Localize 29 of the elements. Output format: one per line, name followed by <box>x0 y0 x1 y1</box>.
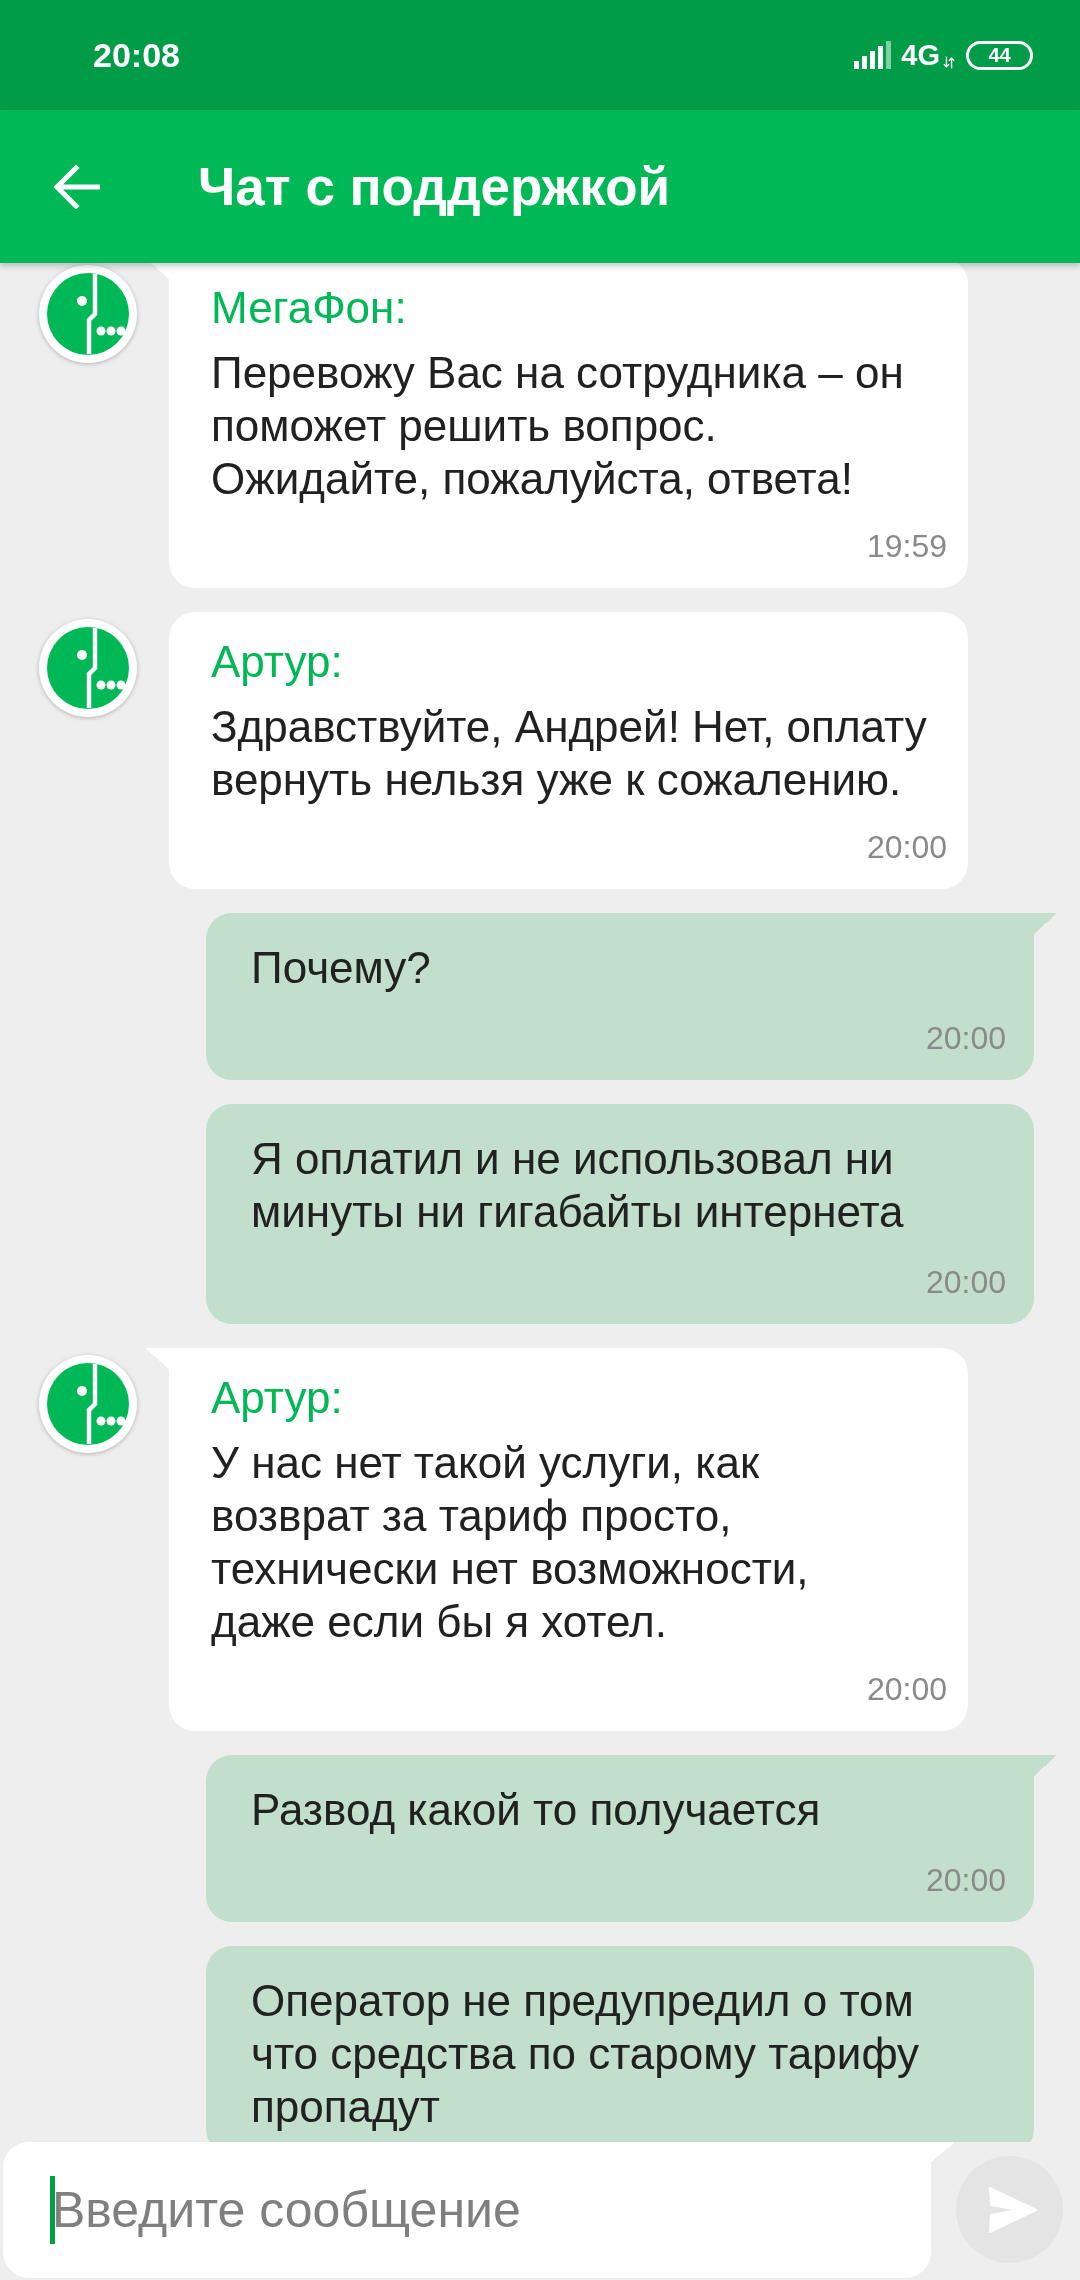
network-type-label: 4G <box>901 38 940 72</box>
message-text: Почему? <box>251 942 431 994</box>
signal-icon <box>854 41 893 69</box>
message-time: 19:59 <box>866 527 947 566</box>
message-text: Я оплатил и не использовал ни минуты ни гигабайты интернета <box>251 1133 904 1238</box>
message-time: 20:00 <box>925 1861 1006 1900</box>
message-time: 20:00 <box>866 828 947 867</box>
message-input[interactable]: Введите сообщение <box>3 2142 931 2278</box>
message-text: Оператор не предупредил о том что средства по старому тарифу пропадут <box>251 1975 920 2133</box>
avatar-logo-icon <box>38 1354 138 1454</box>
sender-name: Артур: <box>211 1372 343 1424</box>
message-text: У нас нет такой услуги, как возврат за тариф просто, технически нет возможности, даже если бы я хотел. <box>211 1437 809 1648</box>
avatar-logo-icon <box>38 264 138 364</box>
message-time: 20:00 <box>925 1263 1006 1302</box>
avatar-logo-icon <box>38 618 138 718</box>
message-time: 20:00 <box>866 1670 947 1709</box>
message-text: Здравствуйте, Андрей! Нет, оплату вернуть нельзя уже к сожалению. <box>211 701 927 806</box>
send-icon <box>987 2185 1038 2234</box>
message-text: Развод какой то получается <box>251 1784 821 1836</box>
sender-name: Артур: <box>211 636 343 688</box>
back-arrow-icon <box>54 164 100 209</box>
message-time: 20:00 <box>925 1019 1006 1058</box>
message-text: Перевожу Вас на сотрудника – он поможет решить вопрос. Ожидайте, пожалуйста, ответа! <box>211 347 904 505</box>
screen-title: Чат с поддержкой <box>198 155 671 218</box>
status-time: 20:08 <box>93 35 180 75</box>
data-arrows-icon <box>943 55 955 69</box>
sender-name: МегаФон: <box>211 282 407 334</box>
battery-indicator: 44 <box>966 40 1033 70</box>
back-button[interactable] <box>54 164 100 209</box>
